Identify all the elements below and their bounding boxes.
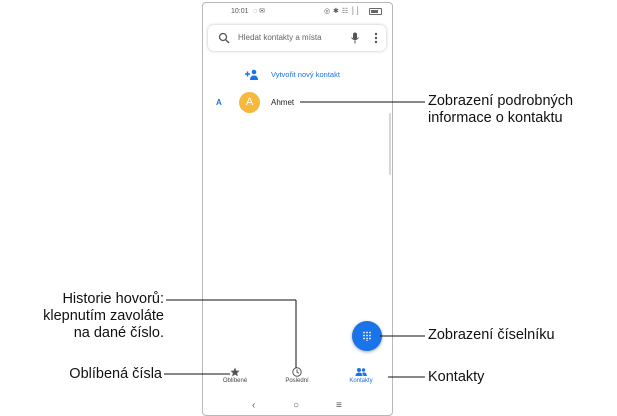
- callout-text: klepnutím zavoláte: [43, 308, 164, 324]
- callout-text: Zobrazení číselníku: [428, 327, 555, 343]
- callout-favorites: Oblíbená čísla: [0, 366, 162, 383]
- callout-text: Kontakty: [428, 369, 485, 385]
- callout-call-history: Historie hovorů: klepnutím zavoláte na d…: [0, 291, 164, 342]
- callout-text: Zobrazení podrobných: [428, 93, 574, 109]
- callout-text: Historie hovorů:: [62, 291, 164, 307]
- callout-text: informace o kontaktu: [428, 110, 563, 126]
- callout-dialpad: Zobrazení číselníku: [428, 327, 555, 344]
- callout-text: Oblíbená čísla: [69, 366, 162, 382]
- callout-text: na dané číslo.: [73, 325, 164, 341]
- callout-contact-details: Zobrazení podrobných informace o kontakt…: [428, 93, 573, 127]
- callout-contacts: Kontakty: [428, 369, 484, 386]
- callout-lines: [164, 101, 425, 378]
